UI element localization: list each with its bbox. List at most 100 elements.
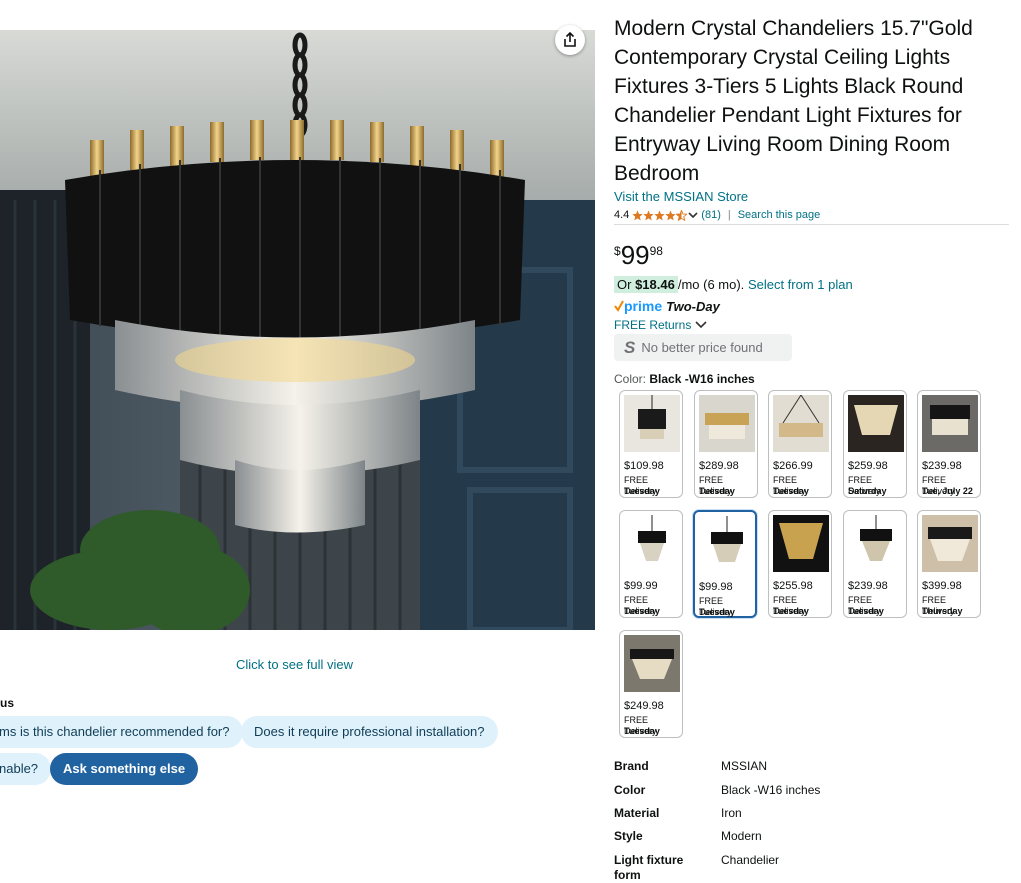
prime-logo: prime bbox=[624, 298, 663, 314]
spec-value-brand: MSSIAN bbox=[721, 759, 768, 773]
rufus-question-chip[interactable]: nable? bbox=[0, 753, 52, 785]
chandelier-thumbnail bbox=[922, 515, 978, 572]
rating-value: 4.4 bbox=[614, 209, 630, 221]
no-better-price-badge: S No better price found bbox=[614, 334, 792, 361]
color-swatch[interactable]: $259.98 FREE Delivery Saturday bbox=[843, 390, 907, 498]
spec-key-material: Material bbox=[614, 806, 660, 820]
prime-badge: prime Two-Day bbox=[614, 298, 720, 314]
spec-key-color: Color bbox=[614, 783, 646, 797]
chandelier-thumbnail bbox=[848, 515, 904, 572]
swatch-price: $99.99 bbox=[624, 580, 658, 592]
swatch-price: $259.98 bbox=[848, 460, 888, 472]
chevron-down-icon bbox=[695, 321, 707, 329]
spec-key-brand: Brand bbox=[614, 759, 649, 773]
search-this-page-link[interactable]: Search this page bbox=[738, 209, 821, 221]
swatch-delivery-day: Tuesday bbox=[624, 606, 660, 616]
rating-stars[interactable] bbox=[632, 209, 699, 221]
color-swatch[interactable]: $399.98 FREE Delivery Thursday bbox=[917, 510, 981, 618]
full-view-link[interactable]: Click to see full view bbox=[236, 657, 353, 672]
price-whole: 99 bbox=[620, 240, 650, 270]
chandelier-thumbnail bbox=[624, 515, 680, 572]
spec-value-style: Modern bbox=[721, 829, 762, 843]
chandelier-thumbnail bbox=[624, 395, 680, 452]
product-title: Modern Crystal Chandeliers 15.7"Gold Con… bbox=[614, 17, 973, 185]
store-link[interactable]: Visit the MSSIAN Store bbox=[614, 189, 748, 204]
price-logo-icon: S bbox=[624, 337, 636, 357]
price-symbol: $ bbox=[614, 244, 621, 258]
swatch-price: $255.98 bbox=[773, 580, 813, 592]
color-swatch[interactable]: $99.99 FREE Delivery Tuesday bbox=[619, 510, 683, 618]
free-returns-label: FREE Returns bbox=[614, 318, 692, 332]
swatch-delivery-day: Thursday bbox=[922, 606, 963, 616]
free-returns-link[interactable]: FREE Returns bbox=[614, 318, 708, 332]
star-icon bbox=[632, 209, 643, 220]
color-swatch[interactable]: $239.98 FREE Delivery Tue, July 22 bbox=[917, 390, 981, 498]
swatch-price: $239.98 bbox=[848, 580, 888, 592]
swatch-price: $239.98 bbox=[922, 460, 962, 472]
monthly-highlight: Or $18.46 bbox=[614, 276, 678, 293]
swatch-delivery-day: Tue, July 22 bbox=[922, 486, 973, 496]
spec-key-style: Style bbox=[614, 829, 643, 843]
swatch-price: $266.99 bbox=[773, 460, 813, 472]
color-swatch[interactable]: $266.99 FREE Delivery Tuesday bbox=[768, 390, 832, 498]
chandelier-thumbnail bbox=[699, 516, 755, 573]
no-better-price-label: No better price found bbox=[641, 340, 763, 355]
chandelier-thumbnail bbox=[624, 635, 680, 692]
monthly-term: /mo (6 mo). bbox=[677, 277, 745, 292]
spec-value-material: Iron bbox=[721, 806, 742, 820]
chandelier-thumbnail bbox=[848, 395, 904, 452]
rating-count-link[interactable]: (81) bbox=[701, 209, 721, 221]
swatch-delivery-day: Tuesday bbox=[624, 726, 660, 736]
swatch-price: $249.98 bbox=[624, 700, 664, 712]
price-fraction: 98 bbox=[649, 244, 663, 258]
chandelier-thumbnail bbox=[922, 395, 978, 452]
swatch-price: $289.98 bbox=[699, 460, 739, 472]
price: $9998 bbox=[614, 240, 663, 271]
color-swatch-selected[interactable]: $99.98 FREE Delivery Tuesday bbox=[693, 510, 757, 618]
share-button[interactable] bbox=[555, 25, 585, 55]
prime-check-icon bbox=[614, 300, 624, 312]
color-swatch[interactable]: $239.98 FREE Delivery Tuesday bbox=[843, 510, 907, 618]
swatch-delivery-day: Saturday bbox=[848, 486, 887, 496]
star-icon bbox=[643, 209, 654, 220]
swatch-price: $99.98 bbox=[699, 581, 733, 593]
prime-two-day: Two-Day bbox=[666, 298, 720, 314]
swatch-delivery-day: Tuesday bbox=[699, 486, 735, 496]
monthly-amount: $18.46 bbox=[635, 277, 675, 292]
chandelier-thumbnail bbox=[699, 395, 755, 452]
rufus-title: us bbox=[0, 696, 15, 710]
color-label-value: Black -W16 inches bbox=[649, 372, 755, 386]
swatch-delivery-day: Tuesday bbox=[699, 607, 735, 617]
ask-something-else-button[interactable]: Ask something else bbox=[50, 753, 199, 785]
swatch-price: $399.98 bbox=[922, 580, 962, 592]
color-label-key: Color: bbox=[614, 372, 647, 386]
swatch-delivery-day: Tuesday bbox=[773, 606, 809, 616]
color-swatch[interactable]: $109.98 FREE Delivery Tuesday bbox=[619, 390, 683, 498]
divider bbox=[614, 224, 1009, 225]
chandelier-thumbnail bbox=[773, 515, 829, 572]
chandelier-thumbnail bbox=[773, 395, 829, 452]
monthly-payment: Or $18.46/mo (6 mo). Select from 1 plan bbox=[614, 276, 853, 293]
color-swatch[interactable]: $289.98 FREE Delivery Tuesday bbox=[694, 390, 758, 498]
star-icon bbox=[665, 209, 676, 220]
rating-row: 4.4 (81) | Search this page bbox=[614, 208, 820, 222]
rufus-question-chip[interactable]: Does it require professional installatio… bbox=[241, 716, 498, 748]
color-label: Color: Black -W16 inches bbox=[614, 372, 755, 386]
swatch-delivery-day: Tuesday bbox=[624, 486, 660, 496]
color-swatch[interactable]: $249.98 FREE Delivery Tuesday bbox=[619, 630, 683, 738]
rufus-question-chip[interactable]: ms is this chandelier recommended for? bbox=[0, 716, 243, 748]
chevron-down-icon bbox=[688, 211, 698, 218]
star-icon bbox=[654, 209, 665, 220]
product-main-image[interactable] bbox=[0, 30, 595, 630]
spec-value-color: Black -W16 inches bbox=[721, 783, 821, 797]
swatch-delivery-day: Tuesday bbox=[773, 486, 809, 496]
spec-value-light-fixture-form: Chandelier bbox=[721, 853, 780, 867]
spec-key-light-fixture-form: Light fixture form bbox=[614, 853, 684, 882]
swatch-price: $109.98 bbox=[624, 460, 664, 472]
color-swatch[interactable]: $255.98 FREE Delivery Tuesday bbox=[768, 510, 832, 618]
swatch-delivery-day: Tuesday bbox=[848, 606, 884, 616]
separator: | bbox=[727, 209, 731, 221]
half-star-icon bbox=[676, 209, 688, 221]
share-icon bbox=[564, 32, 576, 47]
select-plan-link[interactable]: Select from 1 plan bbox=[748, 277, 853, 292]
